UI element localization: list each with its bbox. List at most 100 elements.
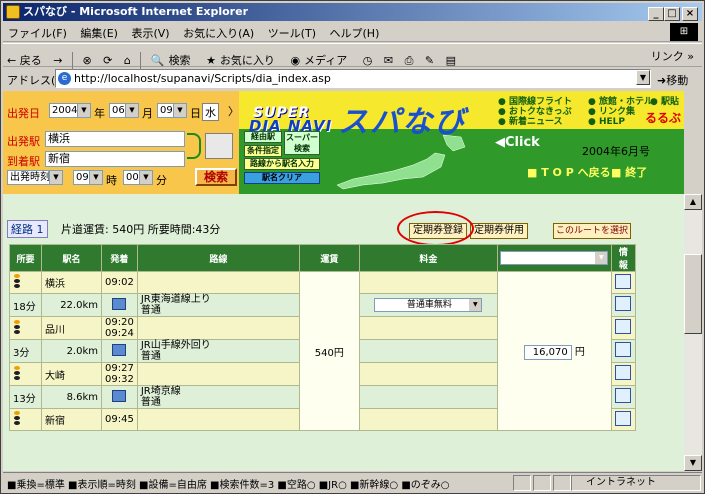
go-button[interactable]: ➜移動 xyxy=(657,72,688,88)
page-icon: e xyxy=(58,72,71,85)
link-news[interactable]: ● 新着ニュース xyxy=(498,117,572,127)
timetable-cell xyxy=(101,339,138,363)
timetable-icon[interactable] xyxy=(112,343,127,356)
go-label: 移動 xyxy=(666,74,689,87)
link-station[interactable]: ● 駅貼 xyxy=(650,97,679,107)
swap-stations-icon[interactable] xyxy=(187,133,201,159)
menu-bar: ファイル(F) 編集(E) 表示(V) お気に入り(A) ツール(T) ヘルプ(… xyxy=(3,22,702,42)
station-info-icon[interactable] xyxy=(614,273,631,289)
empty-cell xyxy=(358,271,498,294)
timetable-icon[interactable] xyxy=(112,297,127,310)
condition-button[interactable]: 条件指定 xyxy=(244,145,282,157)
clear-station-button[interactable]: 駅名クリア xyxy=(244,172,320,184)
status-panel xyxy=(533,475,551,491)
menu-tools[interactable]: ツール(T) xyxy=(263,22,321,44)
period-select[interactable]: 1ヵ月定期 ▼ xyxy=(500,251,609,265)
hour-select[interactable]: 09 ▼ xyxy=(73,170,103,185)
search-form: 出発日 2004 ▼ 年 06 ▼ 月 09 ▼ 日 水 〉 出発駅 横浜 到着駅 新… xyxy=(3,91,239,194)
station-name: 新宿 xyxy=(41,408,102,431)
click-label[interactable]: ◀Click xyxy=(495,135,540,150)
station-info-icon[interactable] xyxy=(614,365,631,380)
station-time: 09:02 xyxy=(101,271,138,294)
link-hotel[interactable]: ● 旅館・ホテル xyxy=(588,97,653,107)
month-select[interactable]: 06 ▼ xyxy=(109,103,139,118)
search-submit-button[interactable]: 検索 xyxy=(195,168,237,186)
line-label: JR埼京線 xyxy=(140,386,181,397)
calendar-icon[interactable] xyxy=(205,133,233,159)
top-link[interactable]: ■ T O P へ戻る xyxy=(527,164,611,180)
super-search-label2: 検索 xyxy=(294,144,310,153)
price-input[interactable]: 16,070 xyxy=(523,344,572,360)
day-select[interactable]: 09 ▼ xyxy=(157,103,187,118)
close-button[interactable]: × xyxy=(682,7,698,21)
line-info-icon[interactable] xyxy=(614,296,631,311)
day-unit: 日 xyxy=(190,107,201,120)
teiki-use-button[interactable]: 定期券併用 xyxy=(470,223,528,239)
menu-help[interactable]: ヘルプ(H) xyxy=(325,22,385,44)
chevron-down-icon: ▼ xyxy=(469,299,482,311)
empty-cell xyxy=(136,271,300,294)
signal-cell xyxy=(9,316,42,340)
seat-select[interactable]: 普通車無料 ▼ xyxy=(374,298,483,312)
signal-icon xyxy=(13,411,21,425)
station-info-icon[interactable] xyxy=(614,319,631,334)
minute-value: 00 xyxy=(126,172,139,183)
chevron-down-icon: ▼ xyxy=(595,252,608,264)
timetable-icon[interactable] xyxy=(112,389,127,402)
scroll-down-icon[interactable]: ▼ xyxy=(684,455,702,471)
menu-view[interactable]: 表示(V) xyxy=(126,22,174,44)
link-tickets[interactable]: ● おトクなきっぷ xyxy=(498,107,572,117)
arrive-time: 09:27 xyxy=(105,363,134,374)
exit-link[interactable]: ■ 終了 xyxy=(611,164,647,180)
from-station-input[interactable]: 横浜 xyxy=(45,131,185,147)
menu-favorites[interactable]: お気に入り(A) xyxy=(178,22,259,44)
empty-cell xyxy=(358,408,498,431)
timetable-cell xyxy=(101,293,138,317)
ie-window: スパなび - Microsoft Internet Explorer _ □ ×… xyxy=(0,0,705,494)
select-route-button[interactable]: このルートを選択 xyxy=(553,223,631,239)
scroll-up-icon[interactable]: ▲ xyxy=(684,194,702,210)
line-info-icon[interactable] xyxy=(614,342,631,357)
vertical-scrollbar[interactable]: ▲ ▼ xyxy=(684,194,702,471)
to-station-input[interactable]: 新宿 xyxy=(45,151,185,167)
minimize-button[interactable]: _ xyxy=(648,7,664,21)
next-day-icon[interactable]: 〉 xyxy=(228,103,239,119)
link-help[interactable]: ● HELP xyxy=(588,117,653,127)
line-name: JR山手線外回り 普通 xyxy=(136,339,300,363)
route-input-button[interactable]: 路線から駅名入力 xyxy=(244,158,320,170)
seat-cell: 普通車無料 ▼ xyxy=(358,293,498,317)
status-panel xyxy=(553,475,571,491)
maximize-button[interactable]: □ xyxy=(664,7,680,21)
header-info: 情報 xyxy=(610,244,636,272)
depart-time: 09:24 xyxy=(105,328,134,339)
signal-icon xyxy=(13,319,21,334)
minute-unit: 分 xyxy=(156,174,167,187)
minute-select[interactable]: 00 ▼ xyxy=(123,170,153,185)
super-search-label: スーパー xyxy=(286,133,318,142)
address-dropdown-icon[interactable]: ▼ xyxy=(636,70,650,85)
toolbar: ← 戻る → ⊗ ⟳ ⌂ 🔍 検索 ★ お気に入り ◉ メディア ◷ ✉ ⎙ ✎ ▤ … xyxy=(3,43,702,70)
year-select[interactable]: 2004 ▼ xyxy=(49,103,91,118)
hour-unit: 時 xyxy=(106,174,117,187)
menu-edit[interactable]: 編集(E) xyxy=(75,22,123,44)
link-intl-flight[interactable]: ● 国際線フライト xyxy=(498,97,572,107)
from-label: 出発駅 xyxy=(7,135,40,148)
super-search-button[interactable]: スーパー 検索 xyxy=(284,131,320,155)
menu-file[interactable]: ファイル(F) xyxy=(3,22,72,44)
via-button[interactable]: 経由駅 xyxy=(244,131,282,143)
title-bar: スパなび - Microsoft Internet Explorer _ □ × xyxy=(3,3,702,21)
duration: 13分 xyxy=(9,385,42,409)
link-links[interactable]: ● リンク集 xyxy=(588,107,653,117)
address-input[interactable]: e http://localhost/supanavi/Scripts/dia_… xyxy=(55,69,651,88)
links-button[interactable]: リンク » xyxy=(647,44,698,68)
arrive-time: 09:20 xyxy=(105,317,134,328)
line-label: JR山手線外回り xyxy=(140,340,211,351)
status-text: ■乗換=標準 ■表示順=時刻 ■設備=自由席 ■検索件数=3 ■空路○ ■JR○… xyxy=(7,480,450,491)
duration: 18分 xyxy=(9,293,42,317)
status-panel xyxy=(513,475,531,491)
line-info-icon[interactable] xyxy=(614,388,631,403)
time-type-select[interactable]: 出発時刻 ▼ xyxy=(7,170,63,185)
scroll-thumb[interactable] xyxy=(684,254,702,334)
station-info-icon[interactable] xyxy=(614,410,631,426)
distance: 22.0km xyxy=(41,293,102,317)
